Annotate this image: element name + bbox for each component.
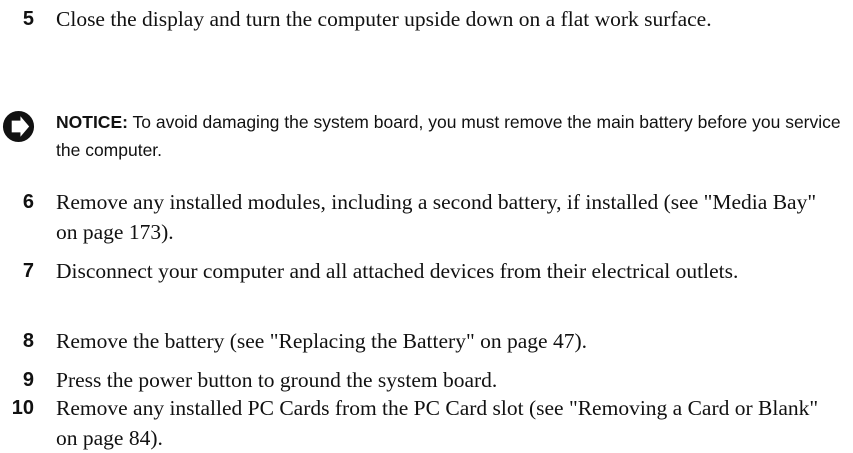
step-number: 10 — [11, 397, 34, 419]
step-number: 6 — [22, 191, 34, 213]
step-number: 9 — [22, 369, 34, 391]
step-number: 7 — [22, 260, 34, 282]
step-text: Press the power button to ground the sys… — [56, 368, 498, 392]
notice-icon — [2, 110, 35, 143]
step-text: Remove any installed PC Cards from the P… — [56, 396, 819, 450]
step-text: Close the display and turn the computer … — [56, 7, 712, 31]
step-number: 8 — [22, 330, 34, 352]
step-text: Remove the battery (see "Replacing the B… — [56, 329, 587, 353]
step-text: Remove any installed modules, including … — [56, 190, 817, 244]
step-number: 5 — [22, 8, 34, 30]
notice-text-block: NOTICE: To avoid damaging the system boa… — [56, 108, 846, 164]
notice-body: To avoid damaging the system board, you … — [56, 112, 841, 160]
step-text: Disconnect your computer and all attache… — [56, 259, 739, 283]
notice-label: NOTICE: — [56, 112, 128, 132]
manual-page: 5 Close the display and turn the compute… — [0, 0, 853, 451]
